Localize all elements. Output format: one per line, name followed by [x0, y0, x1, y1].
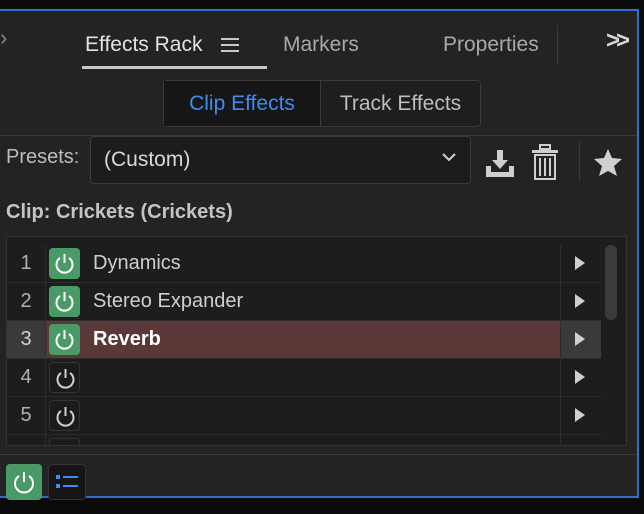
- double-chevron-right-icon[interactable]: >>: [606, 27, 630, 55]
- slot-number: 6: [7, 435, 46, 445]
- tab-effects-rack[interactable]: Effects Rack: [85, 33, 203, 57]
- power-icon[interactable]: [49, 400, 80, 431]
- track-effects-button[interactable]: Track Effects: [321, 81, 480, 126]
- active-tab-indicator: [82, 66, 267, 69]
- star-icon[interactable]: [592, 147, 624, 177]
- effect-menu-arrow-icon[interactable]: [560, 321, 601, 358]
- power-icon[interactable]: [49, 438, 80, 445]
- effect-name: Reverb: [93, 328, 161, 350]
- presets-dropdown[interactable]: (Custom): [90, 136, 471, 184]
- effect-slot-row[interactable]: 4: [7, 359, 601, 397]
- effect-name: Dynamics: [93, 252, 181, 274]
- effect-menu-arrow-icon[interactable]: [560, 397, 601, 434]
- tab-divider: [557, 25, 558, 65]
- effect-slot-row-selected[interactable]: 3 Reverb: [7, 321, 601, 359]
- effect-menu-arrow-icon[interactable]: [560, 359, 601, 396]
- slot-number: 3: [7, 321, 46, 358]
- slot-number: 2: [7, 283, 46, 320]
- presets-value: (Custom): [104, 148, 191, 171]
- power-icon[interactable]: [49, 248, 80, 279]
- list-icon[interactable]: [48, 464, 86, 500]
- effect-menu-arrow-icon[interactable]: [560, 283, 601, 320]
- effect-menu-arrow-icon[interactable]: [560, 435, 601, 445]
- effect-slot-row[interactable]: 2 Stereo Expander: [7, 283, 601, 321]
- effect-slot-row[interactable]: 6: [7, 435, 601, 445]
- rack-scrollbar[interactable]: [605, 245, 617, 320]
- effect-name: Stereo Expander: [93, 290, 244, 312]
- trash-icon[interactable]: [529, 143, 561, 181]
- slot-number: 5: [7, 397, 46, 434]
- effect-menu-arrow-icon[interactable]: [560, 245, 601, 282]
- master-power-icon[interactable]: [6, 464, 42, 500]
- effects-scope-toggle: Clip Effects Track Effects: [163, 80, 481, 127]
- tab-properties[interactable]: Properties: [443, 33, 539, 57]
- presets-label: Presets:: [6, 146, 80, 168]
- collapse-left-icon[interactable]: ›: [0, 25, 7, 51]
- slot-number: 4: [7, 359, 46, 396]
- power-icon[interactable]: [49, 324, 80, 355]
- effect-slot-row[interactable]: 1 Dynamics: [7, 245, 601, 283]
- footer-divider: [0, 454, 637, 455]
- tab-bar: › Effects Rack Markers Properties >>: [0, 11, 637, 71]
- effects-rack-panel: › Effects Rack Markers Properties >> Cli…: [0, 9, 639, 500]
- tab-markers[interactable]: Markers: [283, 33, 359, 57]
- hamburger-menu-icon[interactable]: [221, 38, 239, 56]
- chevron-down-icon: [442, 153, 456, 162]
- download-tray-icon[interactable]: [483, 146, 517, 180]
- effect-slot-row[interactable]: 5: [7, 397, 601, 435]
- effects-rack-list: 1 Dynamics 2 Stereo Expander 3 Reverb 4: [6, 236, 627, 446]
- slot-number: 1: [7, 245, 46, 282]
- toolbar-divider: [579, 141, 580, 181]
- power-icon[interactable]: [49, 286, 80, 317]
- clip-name-label: Clip: Crickets (Crickets): [6, 201, 233, 223]
- power-icon[interactable]: [49, 362, 80, 393]
- clip-effects-button[interactable]: Clip Effects: [164, 81, 321, 126]
